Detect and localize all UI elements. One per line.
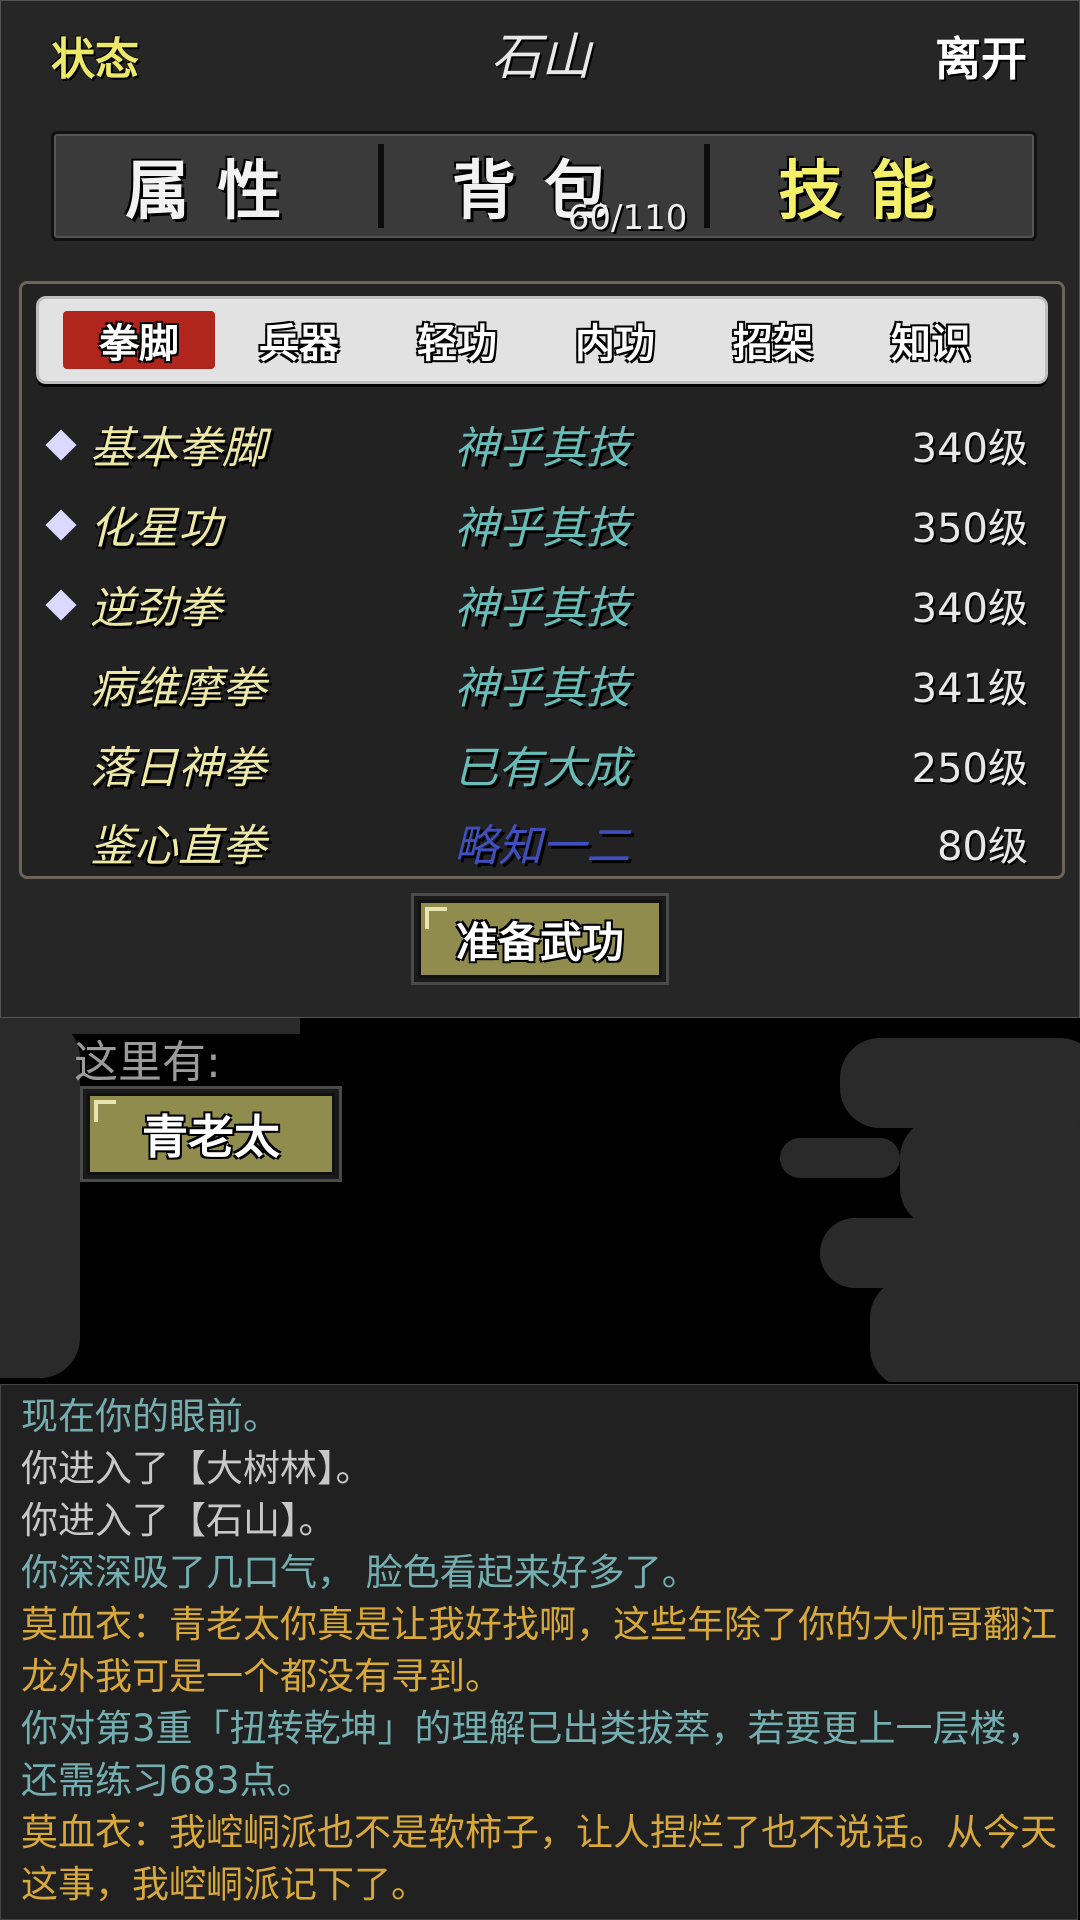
tab-divider	[704, 144, 711, 228]
log-line: 你进入了【大树林】。	[21, 1447, 373, 1490]
cloud-decoration	[0, 1018, 80, 1378]
skill-row[interactable]: 化星功 神乎其技 350级	[22, 484, 1062, 564]
skill-list-frame: 拳脚 兵器 轻功 内功 招架 知识 基本拳脚 神乎其技 340级 化星功 神乎其…	[19, 281, 1065, 879]
cloud-decoration	[840, 1038, 1080, 1128]
location-title: 石山	[491, 28, 591, 86]
skill-level: 341级	[911, 666, 1028, 712]
subtab-fist[interactable]: 拳脚	[63, 311, 215, 369]
skill-level: 340级	[911, 586, 1028, 632]
skill-category-tabs: 拳脚 兵器 轻功 内功 招架 知识	[36, 296, 1048, 384]
skill-mastery: 神乎其技	[454, 663, 630, 714]
skill-mastery: 神乎其技	[454, 583, 630, 634]
skill-row[interactable]: 基本拳脚 神乎其技 340级	[22, 404, 1062, 484]
message-log[interactable]: 现在你的眼前。 你进入了【大树林】。 你进入了【石山】。 你深深吸了几口气， 脸…	[0, 1384, 1078, 1920]
subtab-inner[interactable]: 内功	[539, 311, 691, 369]
log-line: 莫血衣：青老太你真是让我好找啊，这些年除了你的大师哥翻江龙外我可是一个都没有寻到…	[21, 1603, 1057, 1698]
cloud-decoration	[870, 1278, 1080, 1382]
main-tab-bar: 属性 背包 60/110 技能	[51, 131, 1037, 241]
cloud-decoration	[900, 1118, 1080, 1228]
skill-mastery: 神乎其技	[454, 423, 630, 474]
skills-panel: 状态 石山 离开 属性 背包 60/110 技能 拳脚 兵器 轻功 内功 招架 …	[0, 0, 1080, 1018]
log-line: 你进入了【石山】。	[21, 1499, 336, 1542]
skill-row[interactable]: 病维摩拳 神乎其技 341级	[22, 644, 1062, 724]
tab-skills-label: 技能	[778, 155, 963, 229]
npc-button[interactable]: 青老太	[80, 1086, 342, 1182]
skill-level: 250级	[911, 746, 1028, 792]
subtab-lightness[interactable]: 轻功	[381, 311, 533, 369]
skill-level: 80级	[937, 824, 1028, 870]
tab-divider	[377, 144, 384, 228]
subtab-knowledge[interactable]: 知识	[855, 311, 1007, 369]
skill-mastery: 已有大成	[454, 743, 630, 794]
skill-row[interactable]: 落日神拳 已有大成 250级	[22, 724, 1062, 804]
skill-row[interactable]: 鉴心直拳 略知一二 80级	[22, 802, 1062, 882]
bag-capacity: 60/110	[567, 198, 688, 238]
tab-attributes-label: 属性	[125, 155, 310, 229]
subtab-parry[interactable]: 招架	[697, 311, 849, 369]
prepare-skills-label: 准备武功	[418, 900, 662, 978]
subtab-weapon[interactable]: 兵器	[223, 311, 375, 369]
tab-bag[interactable]: 背包 60/110	[377, 134, 708, 238]
tab-attributes[interactable]: 属性	[54, 134, 381, 238]
skill-level: 350级	[911, 506, 1028, 552]
here-label: 这里有:	[74, 1037, 221, 1088]
skill-mastery: 神乎其技	[454, 503, 630, 554]
log-line: 你深深吸了几口气， 脸色看起来好多了。	[21, 1551, 699, 1594]
skill-mastery: 略知一二	[454, 821, 630, 872]
log-line: 莫血衣：我崆峒派也不是软柿子，让人捏烂了也不说话。从今天这事，我崆峒派记下了。	[21, 1811, 1057, 1906]
tab-skills[interactable]: 技能	[704, 134, 1034, 238]
skill-row[interactable]: 逆劲拳 神乎其技 340级	[22, 564, 1062, 644]
npc-name: 青老太	[87, 1093, 335, 1175]
log-line: 你对第3重「扭转乾坤」的理解已出类拔萃，若要更上一层楼，还需练习683点。	[21, 1707, 1044, 1802]
prepare-skills-button[interactable]: 准备武功	[411, 893, 669, 985]
scene-area: 这里有: 青老太	[0, 1018, 1080, 1382]
cloud-decoration	[780, 1138, 900, 1178]
log-line: 现在你的眼前。	[21, 1395, 280, 1438]
leave-button[interactable]: 离开	[935, 23, 1027, 89]
skill-level: 340级	[911, 426, 1028, 472]
